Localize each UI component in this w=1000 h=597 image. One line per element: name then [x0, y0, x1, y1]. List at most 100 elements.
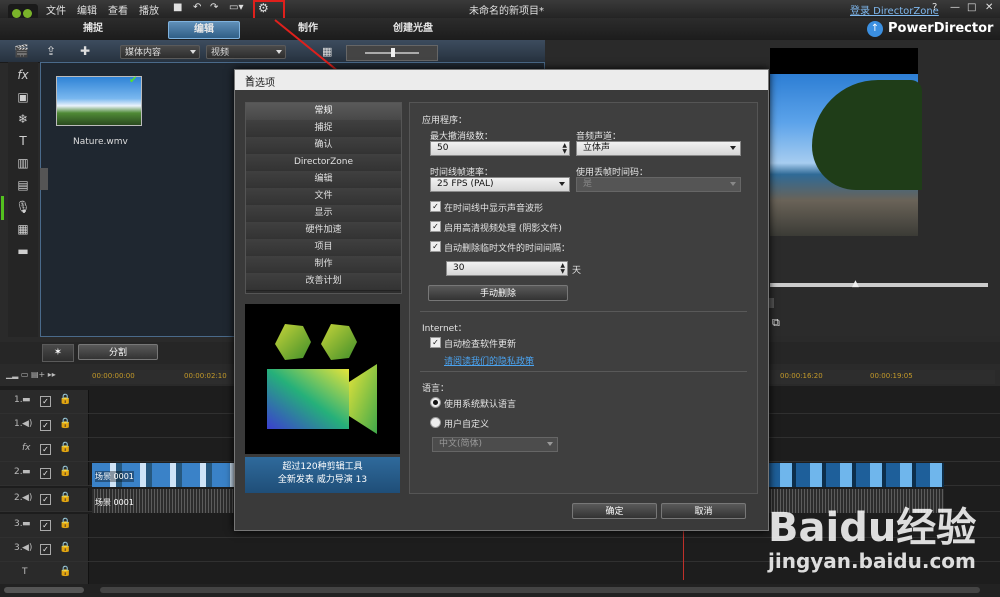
redo-icon[interactable]: ↷	[210, 2, 218, 13]
tab-capture[interactable]: 捕捉	[60, 21, 126, 37]
chapter-room-icon[interactable]: ▦	[14, 222, 32, 236]
login-link[interactable]: 登录 DirectorZone	[850, 2, 939, 17]
nav-editing[interactable]: 编辑	[246, 171, 401, 189]
maximize-button[interactable]: □	[967, 2, 976, 13]
scrub-handle-icon[interactable]: ▲	[852, 279, 859, 289]
close-button[interactable]: ✕	[985, 2, 993, 13]
import-media-icon[interactable]: ⇪	[46, 44, 56, 58]
transition-room-icon[interactable]: ▥	[14, 156, 32, 170]
spin-arrows-icon[interactable]: ▲ ▼	[560, 263, 565, 275]
brand-name: PowerDirector	[888, 21, 994, 36]
particle-room-icon[interactable]: ❄	[14, 112, 32, 126]
tab-edit[interactable]: 编辑	[168, 21, 240, 39]
auto-delete-checkbox-label: 自动删除临时文件的时间间隔：	[444, 244, 571, 254]
nav-confirm[interactable]: 确认	[246, 137, 401, 155]
promo-banner[interactable]: 超过120种剪辑工具 全新发表 威力导演 13	[245, 457, 400, 493]
auto-delete-checkbox[interactable]: ✓	[430, 241, 441, 252]
track-enable-checkbox[interactable]: ✓	[40, 544, 51, 555]
dialog-title-bar: 首选项 ✕	[235, 70, 768, 90]
undock-preview-icon[interactable]: ⧉	[772, 316, 780, 330]
system-language-radio[interactable]	[430, 397, 441, 408]
lock-icon[interactable]: 🔒	[59, 566, 71, 577]
track-header: T 🔒	[0, 562, 89, 585]
lock-icon[interactable]: 🔒	[59, 442, 71, 453]
fx-room-icon[interactable]: fx	[14, 68, 32, 82]
split-button[interactable]: 分割	[78, 344, 158, 360]
dropframe-select[interactable]: 是	[576, 177, 741, 192]
audio-channel-select[interactable]: 立体声	[576, 141, 741, 156]
privacy-policy-link[interactable]: 请阅读我们的隐私政策	[444, 354, 534, 367]
auto-delete-days-spinbox[interactable]: 30 ▲ ▼	[446, 261, 568, 276]
nav-directorzone[interactable]: DirectorZone	[246, 154, 401, 172]
track-enable-checkbox[interactable]: ✓	[40, 468, 51, 479]
lock-icon[interactable]: 🔒	[59, 542, 71, 553]
media-filter-combo[interactable]: 媒体内容	[120, 45, 200, 59]
days-unit: 天	[572, 266, 582, 276]
track-enable-checkbox[interactable]: ✓	[40, 396, 51, 407]
menu-file[interactable]: 文件	[46, 2, 66, 17]
preferences-dialog: 首选项 ✕ 常规 捕捉 确认 DirectorZone 编辑 文件 显示 硬件加…	[234, 69, 769, 531]
track-view-icons[interactable]: ▁▂ ▭ ▤+ ▸▸	[6, 370, 86, 384]
brand-upload-icon: ↑	[867, 21, 883, 37]
track-enable-checkbox[interactable]: ✓	[40, 420, 51, 431]
language-select[interactable]: 中文(简体)	[432, 437, 558, 452]
lock-icon[interactable]: 🔒	[59, 518, 71, 529]
magic-tools-button[interactable]: ✶	[42, 344, 74, 362]
nav-produce[interactable]: 制作	[246, 256, 401, 274]
audio-clip[interactable]: 场景 0001	[92, 489, 237, 513]
aspect-ratio-icon[interactable]: ▭▾	[229, 2, 243, 13]
speaker-icon: ◀)	[22, 493, 33, 503]
ok-button[interactable]: 确定	[572, 503, 657, 519]
language-section-heading: 语言：	[422, 384, 450, 394]
lock-icon[interactable]: 🔒	[59, 418, 71, 429]
title-room-icon[interactable]: T	[14, 134, 32, 148]
track-enable-checkbox[interactable]: ✓	[40, 494, 51, 505]
nav-display[interactable]: 显示	[246, 205, 401, 223]
voiceover-room-icon[interactable]: 🎙	[14, 200, 32, 214]
menu-edit[interactable]: 编辑	[77, 2, 97, 17]
pip-room-icon[interactable]: ▣	[14, 90, 32, 104]
frame-rate-select[interactable]: 25 FPS (PAL)	[430, 177, 570, 192]
max-undo-spinbox[interactable]: 50 ▲ ▼	[430, 141, 570, 156]
audio-mix-room-icon[interactable]: ▤	[14, 178, 32, 192]
menu-view[interactable]: 查看	[108, 2, 128, 17]
menu-play[interactable]: 播放	[139, 2, 159, 17]
track-enable-checkbox[interactable]: ✓	[40, 520, 51, 531]
nav-hardware-acceleration[interactable]: 硬件加速	[246, 222, 401, 240]
track-header: 3. ▬ ✓ 🔒	[0, 514, 89, 537]
cancel-button[interactable]: 取消	[661, 503, 746, 519]
nav-improvement-program[interactable]: 改善计划	[246, 273, 401, 291]
dialog-close-icon[interactable]: ✕	[245, 74, 762, 85]
zoom-slider[interactable]	[4, 587, 84, 593]
library-collapse-handle[interactable]	[40, 168, 48, 190]
custom-language-radio[interactable]	[430, 417, 441, 428]
preview-scrub-bar[interactable]	[770, 283, 988, 287]
lock-icon[interactable]: 🔒	[59, 492, 71, 503]
video-clip[interactable]: 场景 0001	[92, 463, 237, 487]
tab-create-disc[interactable]: 创建光盘	[380, 21, 446, 37]
undo-icon[interactable]: ↶	[193, 2, 201, 13]
track-enable-checkbox[interactable]: ✓	[40, 444, 51, 455]
nav-capture[interactable]: 捕捉	[246, 120, 401, 138]
hd-processing-checkbox[interactable]: ✓	[430, 221, 441, 232]
media-room-icon[interactable]: 🎬	[14, 44, 29, 58]
video-clip[interactable]	[766, 463, 944, 487]
lock-icon[interactable]: 🔒	[59, 394, 71, 405]
minimize-button[interactable]: —	[950, 2, 960, 13]
spin-arrows-icon[interactable]: ▲ ▼	[562, 143, 567, 155]
plugin-icon[interactable]: ✚	[80, 44, 90, 58]
lock-icon[interactable]: 🔒	[59, 466, 71, 477]
manual-delete-button[interactable]: 手动删除	[428, 285, 568, 301]
help-button[interactable]: ?	[932, 2, 937, 13]
nav-general[interactable]: 常规	[246, 103, 401, 121]
save-icon[interactable]: ■	[173, 2, 182, 13]
subtitle-room-icon[interactable]: ▬	[14, 244, 32, 258]
fx-track-icon: fx	[22, 443, 31, 453]
app-section-heading: 应用程序：	[422, 116, 468, 126]
ruler-time: 00:00:16:20	[780, 372, 823, 380]
waveform-checkbox[interactable]: ✓	[430, 201, 441, 212]
auto-update-checkbox[interactable]: ✓	[430, 337, 441, 348]
nav-project[interactable]: 项目	[246, 239, 401, 257]
film-icon: ▬	[22, 467, 31, 477]
nav-file[interactable]: 文件	[246, 188, 401, 206]
